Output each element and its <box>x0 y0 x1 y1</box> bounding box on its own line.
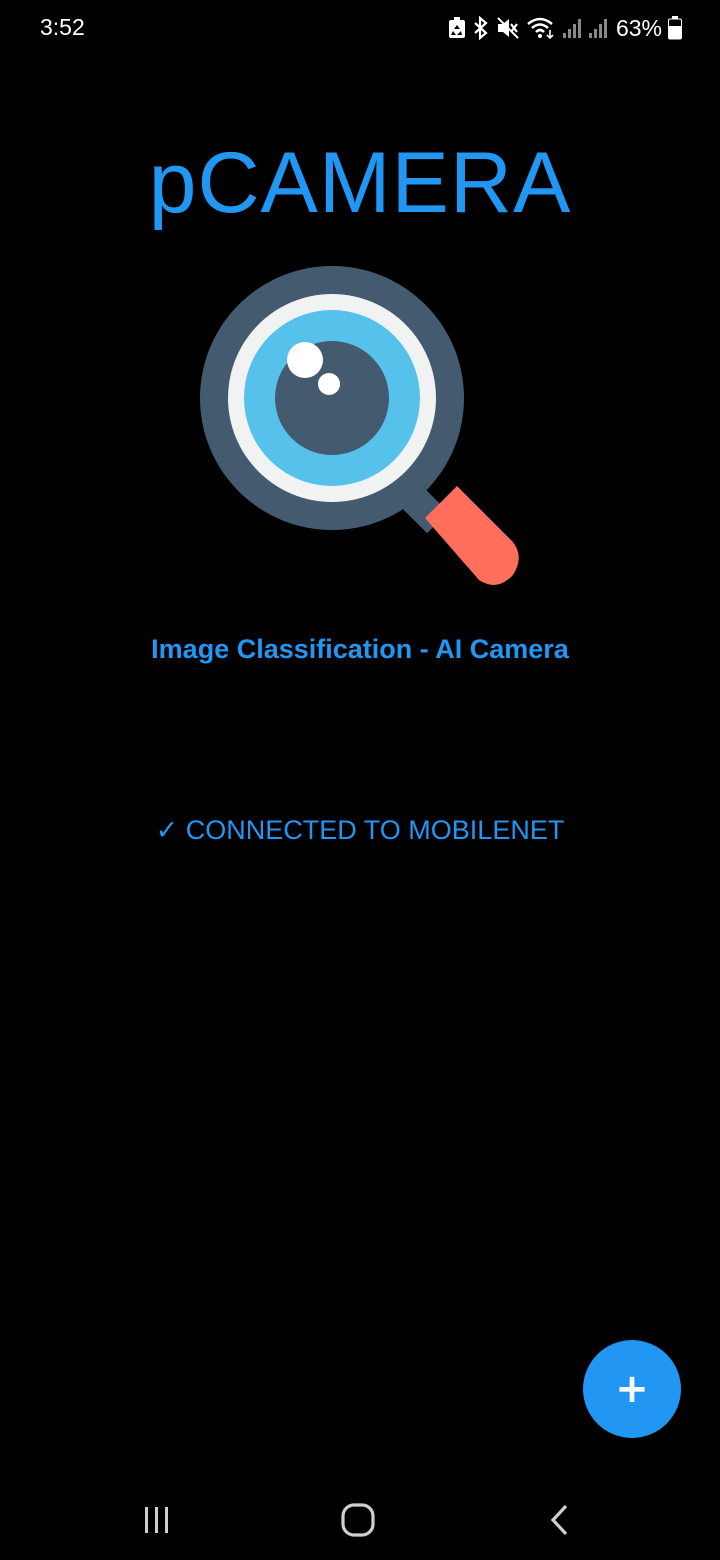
status-time: 3:52 <box>40 14 85 40</box>
recents-icon <box>145 1507 168 1533</box>
magnifying-glass-eye-icon <box>195 260 525 595</box>
home-button[interactable] <box>328 1500 388 1540</box>
mute-icon <box>496 16 520 40</box>
app-subtitle: Image Classification - AI Camera <box>151 634 569 664</box>
signal-icon <box>562 17 582 39</box>
app-title: pCAMERA <box>148 135 572 231</box>
recycle-notification-icon <box>448 17 466 39</box>
navigation-bar <box>0 1470 720 1560</box>
add-icon: + <box>615 1366 649 1412</box>
bluetooth-icon <box>472 16 490 40</box>
wifi-icon <box>526 16 556 40</box>
recents-button[interactable] <box>127 1500 187 1540</box>
battery-percent: 63% <box>615 14 662 41</box>
status-bar: 3:52 63% <box>0 0 720 56</box>
back-button[interactable] <box>530 1500 590 1540</box>
home-icon <box>341 1503 375 1537</box>
add-button[interactable]: + <box>583 1340 681 1438</box>
status-icons: 63% <box>448 14 682 42</box>
battery-icon <box>668 16 682 40</box>
signal-icon <box>588 17 608 39</box>
back-icon <box>550 1504 568 1536</box>
connection-status: ✓ CONNECTED TO MOBILENET <box>155 815 565 845</box>
screen: 3:52 63% pCAMERA Image Classification - … <box>0 0 720 1560</box>
